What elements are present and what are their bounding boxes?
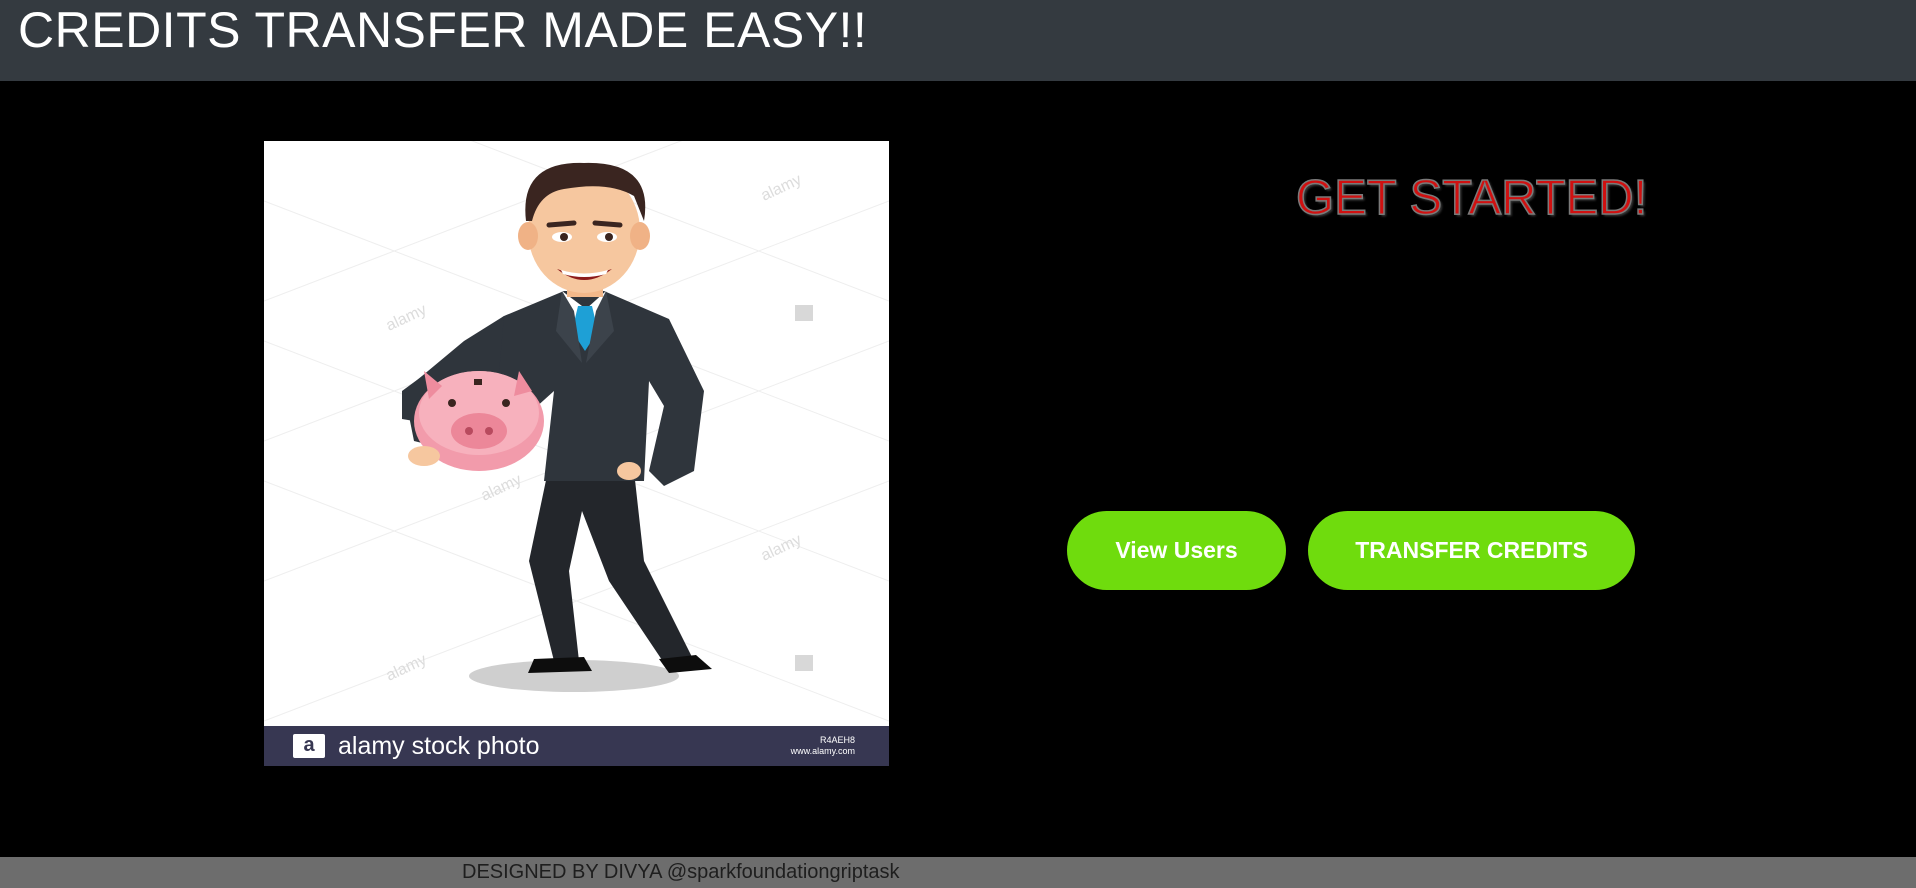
footer-credit: DESIGNED BY DIVYA @sparkfoundationgripta… (462, 861, 900, 883)
get-started-heading: GET STARTED! (1295, 170, 1648, 226)
stock-photo-bar: a alamy stock photo R4AEH8 www.alamy.com (264, 726, 889, 766)
hero-image: alamy alamy alamy alamy alamy a alamy st… (264, 141, 889, 766)
svg-text:alamy: alamy (759, 171, 805, 204)
stock-photo-code: R4AEH8 www.alamy.com (791, 735, 855, 757)
transfer-credits-button[interactable]: TRANSFER CREDITS (1308, 511, 1635, 590)
stock-photo-label: alamy stock photo (338, 732, 540, 760)
stock-photo-id: R4AEH8 (819, 735, 855, 745)
page-title: CREDITS TRANSFER MADE EASY!! (18, 2, 868, 58)
svg-text:alamy: alamy (759, 531, 805, 564)
view-users-button[interactable]: View Users (1067, 511, 1286, 590)
stock-photo-url: www.alamy.com (790, 746, 855, 756)
top-header: CREDITS TRANSFER MADE EASY!! (0, 0, 1916, 81)
svg-text:alamy: alamy (384, 301, 430, 334)
svg-text:alamy: alamy (479, 471, 525, 504)
alamy-logo-icon: a (293, 734, 325, 758)
footer: DESIGNED BY DIVYA @sparkfoundationgripta… (0, 857, 1916, 888)
businessman-piggy-bank-illustration: alamy alamy alamy alamy alamy (264, 141, 889, 722)
svg-text:alamy: alamy (384, 651, 430, 684)
